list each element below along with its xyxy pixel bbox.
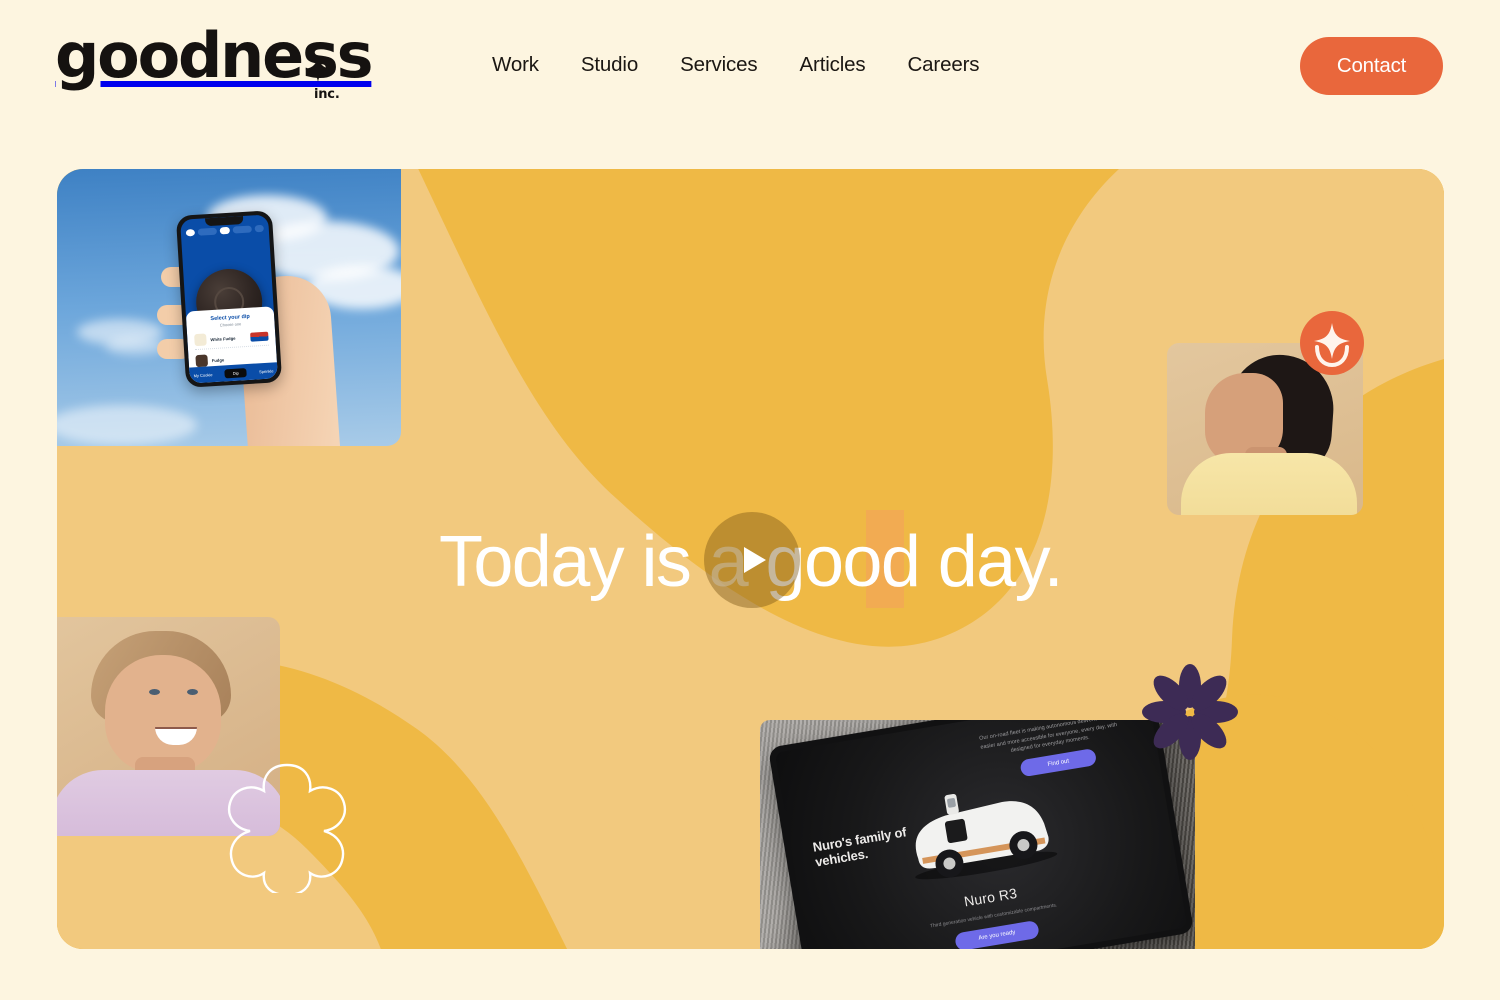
- eye-shape: [149, 689, 160, 695]
- nuro-vehicle-illustration: [915, 794, 1058, 880]
- nav-item-careers[interactable]: Careers: [908, 53, 980, 77]
- tab-left-label[interactable]: My Cookie: [193, 372, 212, 378]
- oreo-app-phone-photo[interactable]: Select your dip Choose one White Fudge F…: [57, 169, 401, 446]
- brand-logo[interactable]: goodness inc.: [55, 24, 374, 102]
- brand-tag-icon: [250, 331, 269, 342]
- hero-section: Select your dip Choose one White Fudge F…: [57, 169, 1444, 949]
- outline-flower-icon: [212, 753, 362, 897]
- phone-screen: Select your dip Choose one White Fudge F…: [180, 214, 278, 384]
- nuro-model-name: Nuro R3: [962, 884, 1019, 910]
- eye-shape: [187, 689, 198, 695]
- nav-item-services[interactable]: Services: [680, 53, 758, 77]
- dip-option-row[interactable]: White Fudge: [194, 329, 269, 351]
- brand-suffix: inc.: [314, 87, 340, 102]
- cloud-shape: [57, 405, 197, 445]
- nav-item-studio[interactable]: Studio: [581, 53, 638, 77]
- dip-option-label: Fudge: [211, 356, 225, 363]
- phone-app-topbar: [185, 224, 264, 238]
- contact-button[interactable]: Contact: [1300, 37, 1443, 95]
- tablet-screen: Our on-road fleet is making autonomous d…: [774, 720, 1188, 949]
- sparkle-smile-badge: [1300, 311, 1364, 375]
- tab-middle-label[interactable]: Dip: [224, 367, 248, 378]
- peach-accent-block: [866, 510, 904, 608]
- nuro-website-tablet-photo[interactable]: Our on-road fleet is making autonomous d…: [760, 720, 1195, 949]
- nav-item-work[interactable]: Work: [492, 53, 539, 77]
- purple-flower-icon: [1142, 664, 1238, 760]
- tablet-device: Our on-road fleet is making autonomous d…: [767, 720, 1195, 949]
- phone-device: Select your dip Choose one White Fudge F…: [175, 210, 283, 388]
- dip-swatch-fudge: [195, 354, 209, 368]
- play-icon: [743, 547, 766, 573]
- tab-right-label[interactable]: Sprinkle: [259, 368, 274, 374]
- main-nav: Work Studio Services Articles Careers: [492, 53, 980, 77]
- dip-option-label: White Fudge: [210, 335, 236, 342]
- shirt-shape: [1181, 453, 1357, 515]
- sparkle-icon: [305, 56, 331, 82]
- face-shape: [105, 655, 221, 773]
- site-header: goodness inc. Work Studio Services Artic…: [0, 0, 1500, 170]
- nuro-bottom-button[interactable]: Are you ready: [954, 919, 1040, 949]
- play-button[interactable]: [704, 512, 800, 608]
- nav-item-articles[interactable]: Articles: [800, 53, 866, 77]
- nuro-model-caption: Third generation vehicle with customizab…: [929, 902, 1058, 930]
- cloud-shape: [105, 337, 165, 355]
- dip-swatch-white-fudge: [194, 333, 207, 347]
